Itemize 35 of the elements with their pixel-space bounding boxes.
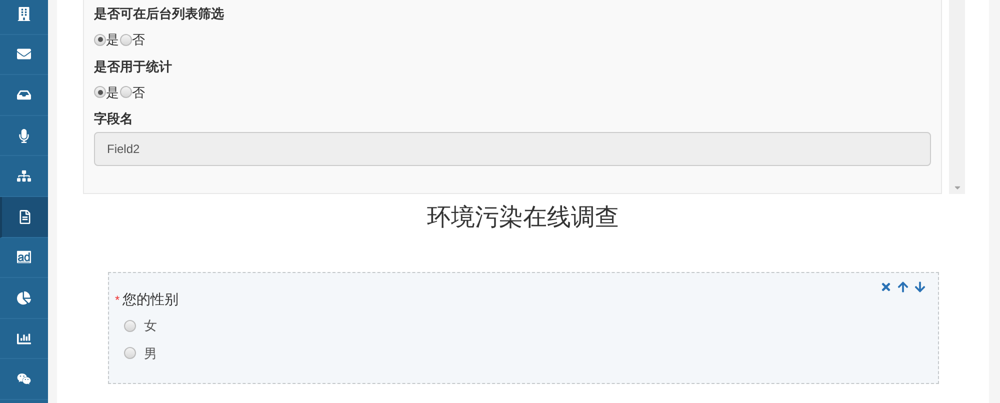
option-label: 女: [144, 317, 157, 335]
field-label: 字段名: [94, 110, 134, 128]
radio-label: 是: [106, 31, 119, 49]
arrow-down-icon[interactable]: [914, 281, 926, 293]
field-label: 是否可在后台列表筛选: [94, 5, 225, 23]
question-card[interactable]: * 您的性别 女 男: [108, 272, 939, 384]
close-icon[interactable]: [880, 281, 892, 293]
question-label: 您的性别: [122, 290, 179, 309]
arrow-up-icon[interactable]: [897, 281, 909, 293]
radio-button[interactable]: [124, 320, 136, 332]
pie-chart-icon: [17, 290, 31, 305]
radio-button[interactable]: [94, 34, 106, 46]
envelope-icon: [17, 47, 31, 62]
inbox-icon: [17, 88, 31, 102]
chat-icon: [17, 372, 31, 386]
document-icon: [18, 210, 32, 224]
radio-button[interactable]: [120, 86, 132, 98]
field-label: 是否用于统计: [94, 58, 173, 76]
sidebar-item[interactable]: [0, 196, 48, 238]
building-icon: [17, 6, 31, 21]
bar-chart-icon: [17, 332, 31, 346]
required-mark: *: [115, 292, 120, 308]
radio-label: 是: [106, 84, 119, 102]
radio-button[interactable]: [124, 347, 136, 360]
network-icon: [17, 169, 31, 184]
ad-icon: [17, 250, 31, 264]
option-label: 男: [144, 344, 157, 362]
radio-label: 否: [132, 31, 145, 49]
microphone-icon: [17, 128, 31, 143]
text-field[interactable]: Field2: [94, 132, 931, 166]
radio-label: 否: [132, 84, 145, 102]
radio-button[interactable]: [94, 86, 106, 98]
survey-title: 环境污染在线调查: [426, 204, 620, 233]
radio-button[interactable]: [120, 34, 132, 46]
scrollbar[interactable]: [949, 0, 965, 194]
